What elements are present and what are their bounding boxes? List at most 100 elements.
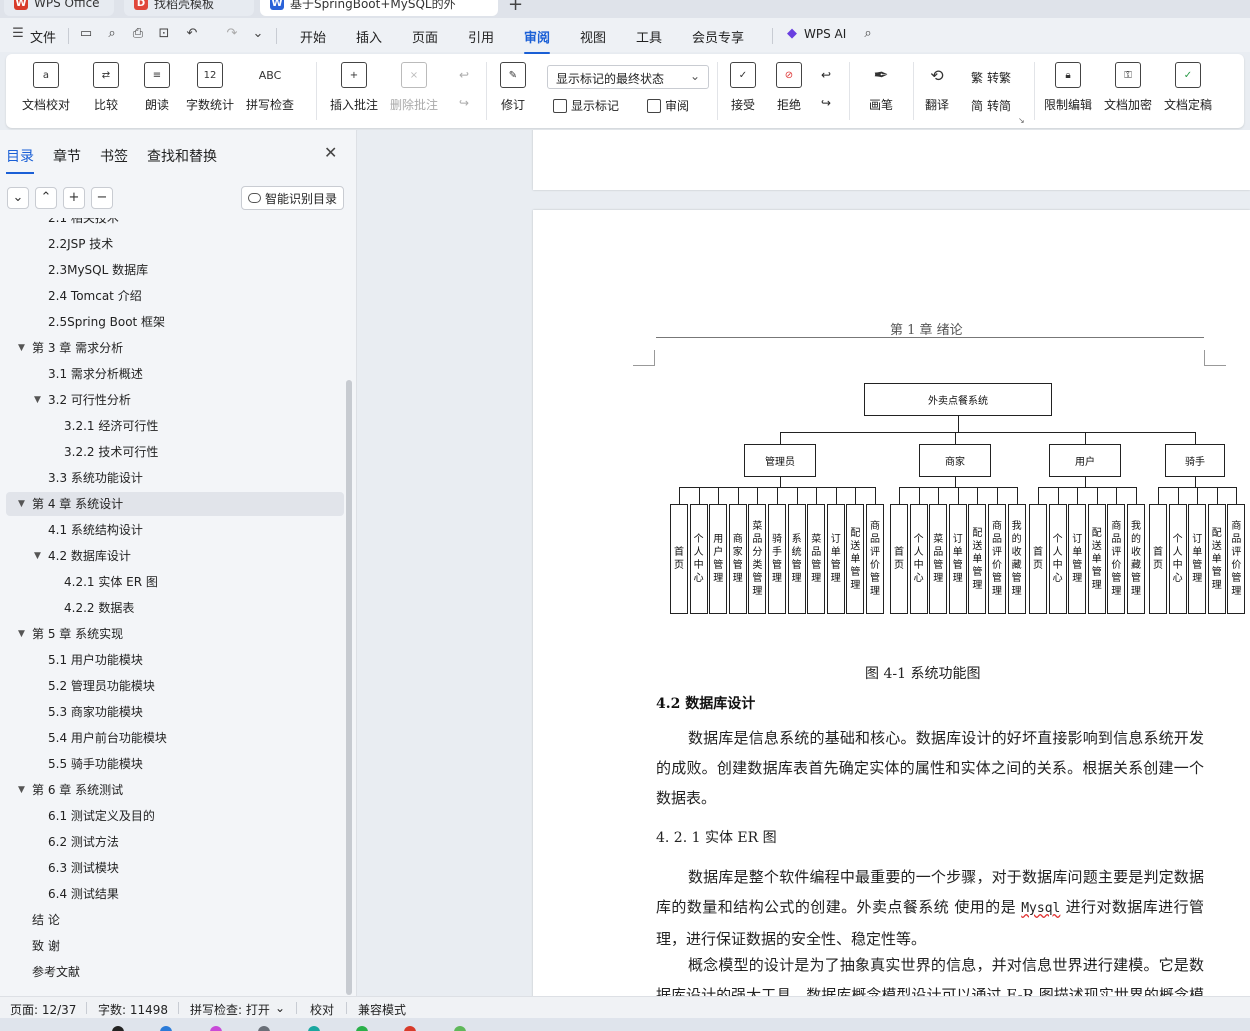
- toc-item[interactable]: 2.3MySQL 数据库: [6, 258, 344, 282]
- toc-item[interactable]: 2.2JSP 技术: [6, 232, 344, 256]
- wps-ai-icon[interactable]: ◆: [784, 26, 800, 42]
- undo-icon[interactable]: ↶: [184, 26, 200, 42]
- expand-up-button[interactable]: ⌃: [35, 187, 57, 209]
- tab-docer[interactable]: D 找稻壳模板: [124, 0, 254, 16]
- tab-toc[interactable]: 目录: [6, 146, 34, 174]
- toc-item[interactable]: 3.1 需求分析概述: [6, 362, 344, 386]
- toc-item[interactable]: 2.1 相关技术: [6, 218, 344, 230]
- toc-item[interactable]: 4.2.1 实体 ER 图: [6, 570, 344, 594]
- toc-item[interactable]: ▼ 3.2 可行性分析: [6, 388, 344, 412]
- review-pane-button[interactable]: 审阅: [647, 97, 689, 114]
- delete-comment-button[interactable]: × 删除批注: [390, 62, 438, 113]
- toc-item[interactable]: ▼ 第 3 章 需求分析: [6, 336, 344, 360]
- new-tab-button[interactable]: +: [508, 0, 523, 15]
- show-markup-button[interactable]: 显示标记: [553, 97, 619, 114]
- remove-level-button[interactable]: −: [91, 187, 113, 209]
- toc-item[interactable]: 6.4 测试结果: [6, 882, 344, 906]
- toc-item[interactable]: 参考文献: [6, 960, 344, 984]
- expand-arrow-icon[interactable]: ▼: [18, 778, 25, 802]
- menu-page[interactable]: 页面: [412, 27, 438, 46]
- add-level-button[interactable]: +: [63, 187, 85, 209]
- page-indicator[interactable]: 页面: 12/37: [10, 1001, 76, 1018]
- reject-button[interactable]: ⊘ 拒绝: [776, 62, 802, 113]
- toc-item[interactable]: 3.2.2 技术可行性: [6, 440, 344, 464]
- document-page[interactable]: 第 1 章 绪论 外卖点餐系统 管理员首页个人中心用户管理商家管理菜品分类管理骑手…: [533, 210, 1250, 996]
- toc-item[interactable]: 结 论: [6, 908, 344, 932]
- app-icon[interactable]: [404, 1026, 416, 1031]
- menu-member[interactable]: 会员专享: [692, 27, 744, 46]
- toc-item[interactable]: ▼ 第 6 章 系统测试: [6, 778, 344, 802]
- print-preview-icon[interactable]: ⊡: [156, 26, 172, 42]
- menu-insert[interactable]: 插入: [356, 27, 382, 46]
- next-comment-icon[interactable]: ↪: [459, 96, 469, 110]
- expand-corner-icon[interactable]: ↘: [1018, 116, 1025, 125]
- expand-arrow-icon[interactable]: ▼: [18, 622, 25, 646]
- app-icon[interactable]: [258, 1026, 270, 1031]
- toc-item[interactable]: 5.4 用户前台功能模块: [6, 726, 344, 750]
- doc-check-button[interactable]: a 文档校对: [22, 62, 70, 113]
- toc-scrollbar[interactable]: [346, 380, 352, 995]
- compare-button[interactable]: ⇄ 比较: [93, 62, 119, 113]
- output-icon[interactable]: ⌕: [104, 26, 120, 42]
- toc-item[interactable]: 3.2.1 经济可行性: [6, 414, 344, 438]
- to-simplified-button[interactable]: 简 转简: [971, 97, 1011, 114]
- close-icon[interactable]: ✕: [324, 143, 337, 162]
- toc-item[interactable]: 5.3 商家功能模块: [6, 700, 344, 724]
- menu-references[interactable]: 引用: [468, 27, 494, 46]
- prev-change-icon[interactable]: ↩: [821, 68, 831, 82]
- chevron-down-icon[interactable]: ⌄: [275, 1001, 285, 1015]
- hamburger-icon[interactable]: ☰: [10, 26, 26, 42]
- proof-indicator[interactable]: 校对: [310, 1001, 334, 1018]
- tab-chapters[interactable]: 章节: [53, 146, 81, 166]
- menu-file[interactable]: 文件: [30, 27, 56, 46]
- toc-item[interactable]: 3.3 系统功能设计: [6, 466, 344, 490]
- restrict-edit-button[interactable]: 🔒︎ 限制编辑: [1044, 62, 1092, 113]
- toc-item[interactable]: 5.1 用户功能模块: [6, 648, 344, 672]
- spell-check-indicator[interactable]: 拼写检查: 打开: [190, 1001, 270, 1018]
- collapse-all-button[interactable]: ⌄: [7, 187, 29, 209]
- menu-review[interactable]: 审阅: [524, 27, 551, 54]
- toc-item[interactable]: ▼ 4.2 数据库设计: [6, 544, 344, 568]
- finalize-button[interactable]: ✓ 文档定稿: [1164, 62, 1212, 113]
- prev-comment-icon[interactable]: ↩: [459, 68, 469, 82]
- expand-arrow-icon[interactable]: ▼: [18, 492, 25, 516]
- app-icon[interactable]: [454, 1026, 466, 1031]
- menu-view[interactable]: 视图: [580, 27, 606, 46]
- word-count-indicator[interactable]: 字数: 11498: [98, 1001, 168, 1018]
- read-aloud-button[interactable]: ≡ 朗读: [144, 62, 170, 113]
- to-traditional-button[interactable]: 繁 转繁: [971, 69, 1011, 86]
- toc-item[interactable]: 6.3 测试模块: [6, 856, 344, 880]
- menu-tools[interactable]: 工具: [636, 27, 662, 46]
- word-count-button[interactable]: 12 字数统计: [186, 62, 234, 113]
- tab-document[interactable]: W 基于SpringBoot+MySQL的外: [260, 0, 498, 16]
- toc-item[interactable]: 致 谢: [6, 934, 344, 958]
- next-change-icon[interactable]: ↪: [821, 96, 831, 110]
- search-icon[interactable]: ⌕: [860, 26, 876, 42]
- app-icon[interactable]: [210, 1026, 222, 1031]
- tab-bookmarks[interactable]: 书签: [100, 146, 128, 166]
- app-icon[interactable]: [308, 1026, 320, 1031]
- toc-item[interactable]: 4.2.2 数据表: [6, 596, 344, 620]
- toc-item[interactable]: 2.4 Tomcat 介绍: [6, 284, 344, 308]
- expand-arrow-icon[interactable]: ▼: [34, 544, 41, 568]
- accept-button[interactable]: ✓ 接受: [730, 62, 756, 113]
- toc-item[interactable]: ▼ 第 5 章 系统实现: [6, 622, 344, 646]
- app-icon[interactable]: [112, 1026, 124, 1031]
- revise-button[interactable]: ✎ 修订: [500, 62, 526, 113]
- expand-arrow-icon[interactable]: ▼: [34, 388, 41, 412]
- toc-item[interactable]: 2.5Spring Boot 框架: [6, 310, 344, 334]
- toc-item[interactable]: 4.1 系统结构设计: [6, 518, 344, 542]
- print-icon[interactable]: ⎙: [130, 26, 146, 42]
- toc-item[interactable]: 6.2 测试方法: [6, 830, 344, 854]
- app-icon[interactable]: [356, 1026, 368, 1031]
- menu-wps-ai[interactable]: WPS AI: [804, 27, 846, 41]
- expand-arrow-icon[interactable]: ▼: [18, 336, 25, 360]
- tab-wps-office[interactable]: W WPS Office: [4, 0, 114, 16]
- tab-find-replace[interactable]: 查找和替换: [147, 146, 217, 166]
- spell-check-button[interactable]: ABC 拼写检查: [246, 62, 294, 113]
- encrypt-button[interactable]: ⚿ 文档加密: [1104, 62, 1152, 113]
- toc-item[interactable]: 6.1 测试定义及目的: [6, 804, 344, 828]
- menu-home[interactable]: 开始: [300, 27, 326, 46]
- toc-item[interactable]: 5.2 管理员功能模块: [6, 674, 344, 698]
- toc-item[interactable]: 5.5 骑手功能模块: [6, 752, 344, 776]
